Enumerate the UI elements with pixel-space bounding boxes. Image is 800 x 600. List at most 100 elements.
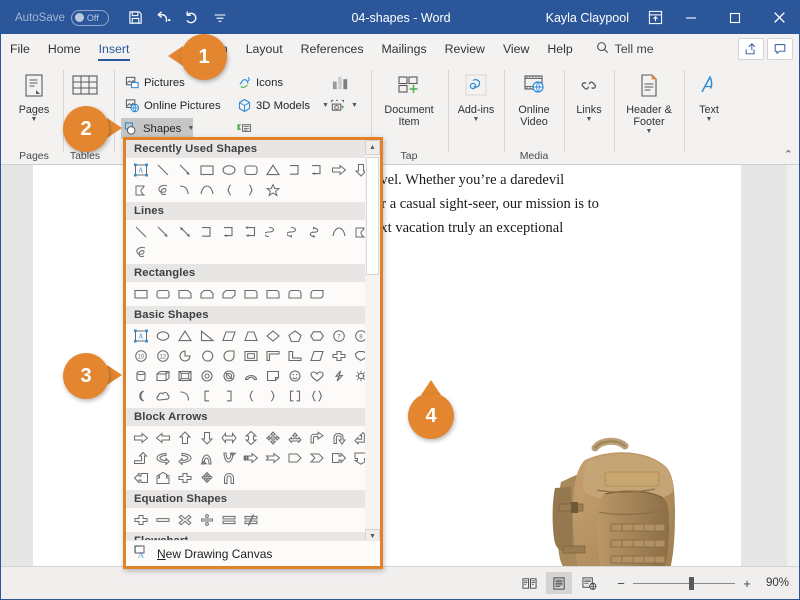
- shape-hexagon[interactable]: [306, 326, 328, 346]
- tab-mailings[interactable]: Mailings: [373, 34, 436, 64]
- shape-smiley-face[interactable]: [284, 366, 306, 386]
- chevron-down-icon[interactable]: ▼: [187, 125, 194, 132]
- undo-icon[interactable]: [151, 6, 177, 30]
- shape-double-bracket[interactable]: [284, 386, 306, 406]
- gallery-scrollbar[interactable]: ▲ ▼: [365, 140, 380, 544]
- shape-right-arrow[interactable]: [328, 160, 350, 180]
- shape-curve[interactable]: [328, 222, 350, 242]
- online-pictures-button[interactable]: Online Pictures: [121, 95, 224, 116]
- pictures-button[interactable]: Pictures: [121, 72, 188, 93]
- shape-bent-arrow[interactable]: [306, 428, 328, 448]
- shape-right-brace[interactable]: [262, 386, 284, 406]
- shape-right-arrow-callout[interactable]: [328, 448, 350, 468]
- shape-right-triangle[interactable]: [196, 326, 218, 346]
- shape-left-right-up-arrow[interactable]: [284, 428, 306, 448]
- tab-insert[interactable]: Insert: [90, 34, 139, 64]
- shape-heart[interactable]: [306, 366, 328, 386]
- shape-left-bracket[interactable]: [196, 386, 218, 406]
- tab-review[interactable]: Review: [436, 34, 494, 64]
- shape-right-arrow[interactable]: [130, 428, 152, 448]
- autosave-toggle-group[interactable]: AutoSave Off: [15, 9, 109, 26]
- shape-rectangle[interactable]: [196, 160, 218, 180]
- new-drawing-canvas-item[interactable]: A New Drawing Canvas: [126, 540, 380, 566]
- shape-diagonal-stripe[interactable]: [306, 346, 328, 366]
- tell-me-search[interactable]: Tell me: [582, 34, 654, 64]
- minimize-button[interactable]: [669, 1, 713, 34]
- shape-right-brace[interactable]: [240, 180, 262, 200]
- shape-pentagon[interactable]: [284, 326, 306, 346]
- shape-multiply-sign[interactable]: [174, 510, 196, 530]
- shape-arc[interactable]: [174, 386, 196, 406]
- shape-teardrop[interactable]: [218, 346, 240, 366]
- shape-equal-sign[interactable]: [218, 510, 240, 530]
- shape-oval[interactable]: [152, 326, 174, 346]
- shape-frame[interactable]: [240, 346, 262, 366]
- chevron-down-icon[interactable]: ▼: [586, 116, 593, 123]
- shape-rounded-rectangle[interactable]: [152, 284, 174, 304]
- print-layout-button[interactable]: [546, 572, 572, 594]
- shape-quad-arrow[interactable]: [262, 428, 284, 448]
- shape-cross[interactable]: [328, 346, 350, 366]
- shape-moon[interactable]: [130, 386, 152, 406]
- shape-snip-and-round-single-corner-rectangle[interactable]: [240, 284, 262, 304]
- shape-snip-diagonal-corner-rectangle[interactable]: [218, 284, 240, 304]
- shape-can[interactable]: [130, 366, 152, 386]
- shape-text-box[interactable]: A: [130, 326, 152, 346]
- pages-button[interactable]: Pages ▼: [5, 64, 63, 123]
- customize-qat-icon[interactable]: [207, 6, 233, 30]
- shape-curved-up-arrow[interactable]: [196, 448, 218, 468]
- shape-star-5-point[interactable]: [262, 180, 284, 200]
- shape-cloud[interactable]: [152, 386, 174, 406]
- shape-up-arrow[interactable]: [174, 428, 196, 448]
- shape-connector-elbow-double-arrow[interactable]: [240, 222, 262, 242]
- shape-right-bracket[interactable]: [218, 386, 240, 406]
- screenshot-button[interactable]: ▼: [326, 95, 361, 116]
- shape-block-arc[interactable]: [240, 366, 262, 386]
- chevron-down-icon[interactable]: ▼: [706, 116, 713, 123]
- zoom-in-button[interactable]: +: [742, 576, 752, 591]
- shape-bevel[interactable]: [174, 366, 196, 386]
- redo-icon[interactable]: [179, 6, 205, 30]
- shape-scribble[interactable]: [152, 180, 174, 200]
- chevron-down-icon[interactable]: ▼: [351, 102, 358, 109]
- shape-no-symbol[interactable]: [218, 366, 240, 386]
- tab-help[interactable]: Help: [538, 34, 581, 64]
- shape-division-sign[interactable]: [196, 510, 218, 530]
- shape-quad-arrow-callout[interactable]: [196, 468, 218, 488]
- shape-left-right-arrow[interactable]: [218, 428, 240, 448]
- maximize-restore-button[interactable]: [713, 1, 757, 34]
- shape-arc[interactable]: [174, 180, 196, 200]
- document-item-button[interactable]: Document Item: [373, 64, 445, 128]
- shape-oval[interactable]: [218, 160, 240, 180]
- shape-scribble[interactable]: [130, 242, 152, 262]
- shape-u-turn-arrow[interactable]: [328, 428, 350, 448]
- shape-connector-elbow-arrow[interactable]: [218, 222, 240, 242]
- shape-triangle[interactable]: [262, 160, 284, 180]
- shape-connector-curved-arrow[interactable]: [284, 222, 306, 242]
- chart-button[interactable]: [326, 72, 354, 93]
- shape-round-single-corner-rectangle[interactable]: [262, 284, 284, 304]
- shape-striped-right-arrow[interactable]: [240, 448, 262, 468]
- chevron-down-icon[interactable]: ▼: [473, 116, 480, 123]
- close-button[interactable]: [757, 1, 799, 34]
- shape-up-arrow-callout[interactable]: [152, 468, 174, 488]
- shapes-button[interactable]: Shapes ▼: [121, 118, 194, 139]
- shape-left-brace[interactable]: [240, 386, 262, 406]
- shape-notched-right-arrow[interactable]: [262, 448, 284, 468]
- smartart-button[interactable]: [233, 118, 255, 139]
- shape-rounded-rectangle[interactable]: [240, 160, 262, 180]
- shape-pie[interactable]: [174, 346, 196, 366]
- shape-cube[interactable]: [152, 366, 174, 386]
- shape-curved-right-arrow[interactable]: [152, 448, 174, 468]
- shape-dodecagon[interactable]: 12: [152, 346, 174, 366]
- shape-chord[interactable]: [196, 346, 218, 366]
- header-footer-button[interactable]: Header & Footer ▼: [616, 64, 682, 135]
- shape-elbow-connector[interactable]: [284, 160, 306, 180]
- shape-lightning-bolt[interactable]: [328, 366, 350, 386]
- shape-folded-corner[interactable]: [262, 366, 284, 386]
- shape-half-frame[interactable]: [262, 346, 284, 366]
- shape-isosceles-triangle[interactable]: [174, 326, 196, 346]
- shape-connector-elbow[interactable]: [196, 222, 218, 242]
- shape-curved-down-arrow[interactable]: [218, 448, 240, 468]
- shape-snip-single-corner-rectangle[interactable]: [174, 284, 196, 304]
